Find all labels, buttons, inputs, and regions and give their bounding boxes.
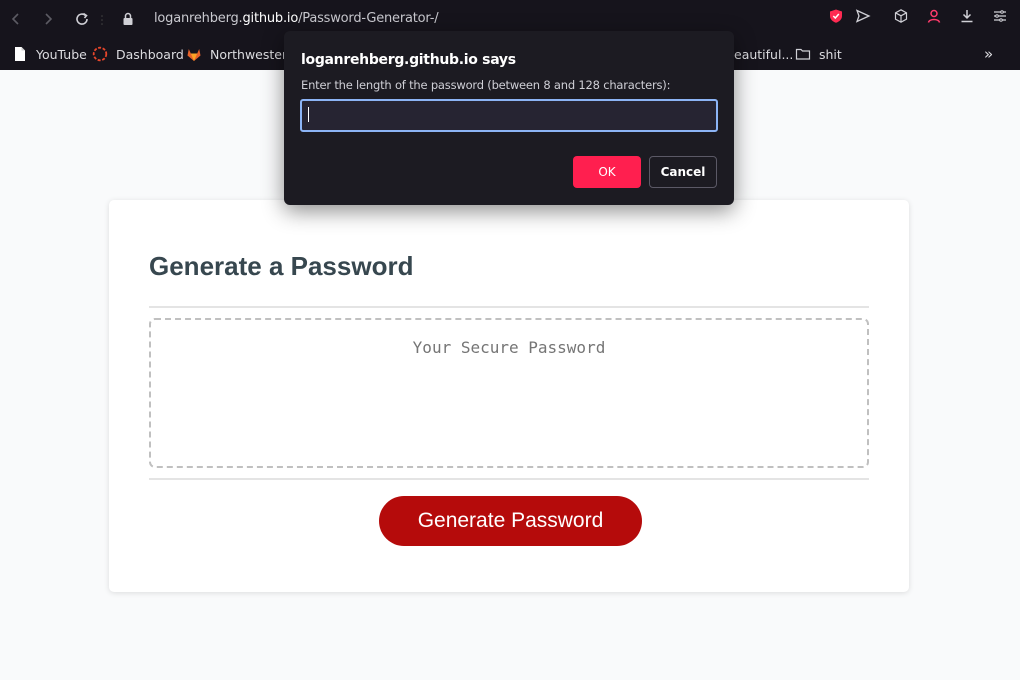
extensions-button[interactable] [893,8,909,30]
reload-button[interactable] [71,8,93,30]
url-host: github.io [242,11,299,26]
bookmark-beautiful[interactable]: eautiful... [734,44,793,64]
person-icon [927,9,941,23]
cube-icon [894,9,908,23]
bookmarks-overflow-button[interactable]: » [984,44,993,64]
folder-icon [795,48,811,60]
text-caret [308,107,309,122]
file-icon [15,47,25,61]
bookmark-label: shit [819,46,842,62]
url-path: /Password-Generator-/ [298,11,439,26]
generate-password-button[interactable]: Generate Password [379,496,642,546]
dashboard-icon [92,46,108,62]
toolbar-divider [101,13,103,25]
bookmark-label: eautiful... [734,46,794,62]
gitlab-icon [187,49,201,61]
bookmark-youtube[interactable]: YouTube [12,44,87,64]
bookmark-northwestern[interactable]: Northwestern [186,44,295,64]
menu-button[interactable] [992,8,1008,30]
cancel-button[interactable]: Cancel [649,156,717,188]
forward-button[interactable] [37,8,59,30]
send-icon [855,9,871,23]
forward-arrow-icon [45,13,53,25]
back-button[interactable] [5,8,27,30]
dialog-message: Enter the length of the password (betwee… [301,78,671,92]
password-output[interactable] [149,318,869,468]
profile-button[interactable] [926,8,942,30]
divider-bottom [149,478,869,480]
reload-icon [76,12,88,25]
dialog-title: loganrehberg.github.io says [301,52,516,68]
address-bar[interactable]: loganrehberg. github.io/Password-Generato… [154,11,439,26]
site-lock-button[interactable] [117,8,139,30]
divider-top [149,306,869,308]
shield-icon [830,9,842,23]
downloads-button[interactable] [959,8,975,30]
bookmark-label: Dashboard [116,46,184,62]
password-card: Generate a Password Generate Password [109,200,909,592]
page-title: Generate a Password [149,251,414,281]
chevron-double-right-icon: » [984,45,994,63]
bookmark-label: YouTube [36,46,87,62]
prompt-dialog: loganrehberg.github.io says Enter the le… [284,31,734,205]
bookmark-dashboard[interactable]: Dashboard [92,44,184,64]
brave-shields-button[interactable] [828,8,844,30]
ok-button[interactable]: OK [573,156,641,188]
back-arrow-icon [11,13,19,25]
password-length-input[interactable] [300,99,718,132]
lock-icon [123,12,133,25]
download-icon [961,10,973,23]
url-prefix: loganrehberg. [154,11,243,26]
bookmark-label: Northwestern [210,46,295,62]
bookmark-folder-shit[interactable]: shit [795,44,842,64]
hamburger-menu-icon [994,10,1006,22]
send-button[interactable] [855,8,871,30]
